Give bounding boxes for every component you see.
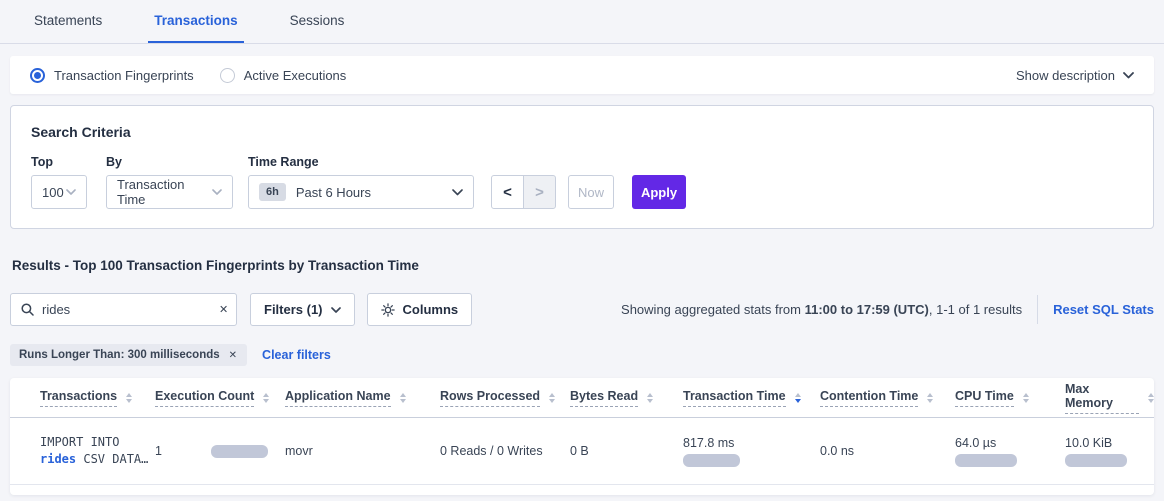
time-nav-group: < > — [491, 175, 556, 209]
chevron-down-icon — [452, 189, 463, 196]
filters-button-label: Filters (1) — [264, 302, 323, 317]
column-header-bytes-read[interactable]: Bytes Read — [570, 389, 683, 407]
time-range-field: Time Range 6h Past 6 Hours — [248, 155, 474, 209]
application-name-cell: movr — [285, 444, 440, 458]
column-header-rows-processed[interactable]: Rows Processed — [440, 389, 570, 407]
apply-button[interactable]: Apply — [632, 175, 686, 209]
gear-icon — [381, 303, 395, 317]
cpu-time-bar — [955, 454, 1017, 467]
tab-statements[interactable]: Statements — [28, 0, 108, 43]
top-select-value: 100 — [42, 185, 64, 200]
transaction-time-cell: 817.8 ms — [683, 436, 820, 467]
sort-icon[interactable] — [647, 393, 653, 403]
time-range-badge: 6h — [259, 183, 286, 201]
chevron-down-icon — [212, 189, 222, 195]
column-header-contention-time[interactable]: Contention Time — [820, 389, 955, 407]
tab-sessions[interactable]: Sessions — [284, 0, 351, 43]
time-range-label: Time Range — [248, 155, 474, 169]
remove-filter-icon[interactable]: ✕ — [228, 350, 238, 361]
column-header-max-memory[interactable]: Max Memory — [1065, 382, 1154, 414]
sort-icon[interactable] — [126, 393, 132, 403]
active-filters-row: Runs Longer Than: 300 milliseconds ✕ Cle… — [10, 344, 331, 366]
transaction-fingerprint-cell[interactable]: IMPORT INTO rides CSV DATA… — [40, 434, 155, 468]
transactions-table: Transactions Execution Count Application… — [10, 378, 1154, 495]
top-field: Top 100 — [31, 155, 87, 209]
show-description-label: Show description — [1016, 68, 1115, 83]
column-header-transactions[interactable]: Transactions — [40, 389, 155, 407]
radio-selected-icon — [30, 68, 45, 83]
by-field: By Transaction Time — [106, 155, 233, 209]
max-memory-cell: 10.0 KiB — [1065, 436, 1154, 467]
search-input[interactable] — [42, 302, 218, 317]
column-header-transaction-time[interactable]: Transaction Time — [683, 389, 820, 407]
stats-area: Showing aggregated stats from 11:00 to 1… — [621, 295, 1154, 324]
time-range-select[interactable]: 6h Past 6 Hours — [248, 175, 474, 209]
stats-time-range: 11:00 to 17:59 (UTC) — [805, 302, 929, 317]
search-criteria-card: Search Criteria Top 100 By Transaction T… — [10, 105, 1154, 229]
results-heading: Results - Top 100 Transaction Fingerprin… — [12, 258, 419, 273]
aggregated-stats-text: Showing aggregated stats from 11:00 to 1… — [621, 302, 1022, 317]
radio-active-executions[interactable]: Active Executions — [220, 68, 347, 83]
reset-sql-stats-link[interactable]: Reset SQL Stats — [1053, 302, 1154, 317]
sort-icon[interactable] — [549, 393, 555, 403]
execution-count-bar — [211, 445, 268, 458]
transaction-time-bar — [683, 454, 740, 467]
bytes-read-cell: 0 B — [570, 444, 683, 458]
radio-transaction-fingerprints[interactable]: Transaction Fingerprints — [30, 68, 194, 83]
top-select[interactable]: 100 — [31, 175, 87, 209]
by-select-value: Transaction Time — [117, 177, 212, 207]
search-criteria-title: Search Criteria — [31, 124, 1133, 140]
vertical-divider — [1037, 295, 1038, 324]
sort-icon[interactable] — [927, 393, 933, 403]
clear-search-icon[interactable]: ✕ — [218, 303, 229, 316]
cpu-time-cell: 64.0 µs — [955, 436, 1065, 467]
filter-chip-label: Runs Longer Than: 300 milliseconds — [19, 349, 220, 361]
sort-icon[interactable] — [1148, 393, 1154, 403]
time-next-button[interactable]: > — [523, 175, 556, 209]
radio-active-executions-label: Active Executions — [244, 68, 347, 83]
table-header-row: Transactions Execution Count Application… — [10, 378, 1154, 418]
sort-icon[interactable] — [263, 393, 269, 403]
filter-chip: Runs Longer Than: 300 milliseconds ✕ — [10, 344, 247, 366]
chevron-down-icon — [331, 307, 341, 313]
now-button[interactable]: Now — [568, 175, 614, 209]
time-prev-button[interactable]: < — [491, 175, 524, 209]
radio-unselected-icon — [220, 68, 235, 83]
sort-icon-active-desc[interactable] — [795, 393, 801, 403]
view-mode-bar: Transaction Fingerprints Active Executio… — [10, 56, 1154, 94]
search-box[interactable]: ✕ — [10, 293, 237, 326]
contention-time-cell: 0.0 ns — [820, 444, 955, 458]
results-controls-row: ✕ Filters (1) Columns Showing aggregated… — [10, 293, 1154, 326]
max-memory-bar — [1065, 454, 1127, 467]
chevron-down-icon — [66, 189, 76, 195]
radio-fingerprints-label: Transaction Fingerprints — [54, 68, 194, 83]
rows-processed-cell: 0 Reads / 0 Writes — [440, 444, 570, 458]
tab-transactions[interactable]: Transactions — [148, 0, 243, 43]
top-label: Top — [31, 155, 87, 169]
show-description-toggle[interactable]: Show description — [1016, 68, 1134, 83]
columns-button[interactable]: Columns — [367, 293, 473, 326]
search-icon — [21, 303, 34, 316]
sql-activity-tabbar: Statements Transactions Sessions — [0, 0, 1164, 44]
table-row: IMPORT INTO rides CSV DATA… 1 movr 0 Rea… — [10, 418, 1154, 485]
transaction-link[interactable]: rides — [40, 452, 76, 466]
columns-button-label: Columns — [403, 302, 459, 317]
by-select[interactable]: Transaction Time — [106, 175, 233, 209]
time-range-value: Past 6 Hours — [296, 185, 371, 200]
execution-count-cell: 1 — [155, 444, 285, 458]
column-header-application-name[interactable]: Application Name — [285, 389, 440, 407]
by-label: By — [106, 155, 233, 169]
column-header-execution-count[interactable]: Execution Count — [155, 389, 285, 407]
sort-icon[interactable] — [400, 393, 406, 403]
clear-filters-link[interactable]: Clear filters — [262, 348, 331, 362]
column-header-cpu-time[interactable]: CPU Time — [955, 389, 1065, 407]
search-criteria-form: Top 100 By Transaction Time Time Range 6… — [31, 155, 1133, 209]
sort-icon[interactable] — [1023, 393, 1029, 403]
chevron-down-icon — [1123, 72, 1134, 79]
filters-button[interactable]: Filters (1) — [250, 293, 355, 326]
